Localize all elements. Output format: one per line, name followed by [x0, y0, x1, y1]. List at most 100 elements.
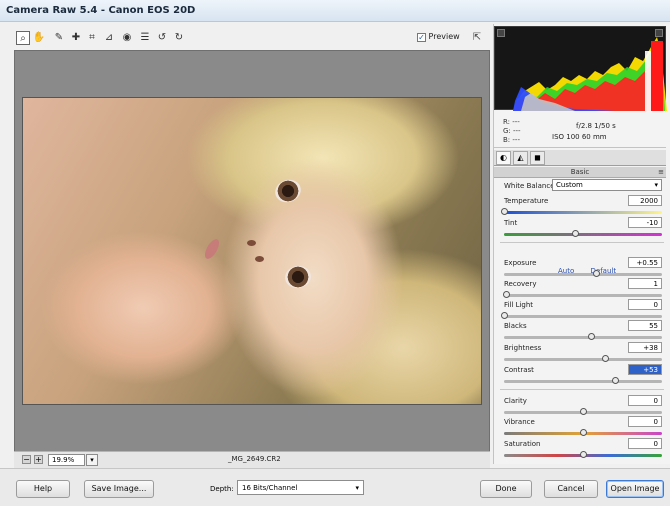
zoom-dropdown-icon[interactable]: ▾ [86, 454, 98, 466]
vibrance-label: Vibrance [504, 418, 535, 426]
chevron-down-icon: ▾ [654, 181, 658, 189]
contrast-thumb[interactable] [611, 377, 619, 384]
tab-basic[interactable]: ◐ [496, 151, 511, 165]
temperature-thumb[interactable] [501, 208, 508, 215]
depth-value: 16 Bits/Channel [242, 484, 298, 492]
preferences-icon[interactable]: ☰ [138, 31, 152, 45]
nose-shape [247, 240, 256, 246]
depth-select[interactable]: 16 Bits/Channel ▾ [237, 480, 364, 495]
exposure-thumb[interactable] [592, 270, 600, 277]
saturation-value[interactable]: 0 [628, 438, 662, 449]
exposure-value[interactable]: +0.55 [628, 257, 662, 268]
contrast-track[interactable] [504, 380, 662, 383]
panel-header: Basic ≡ [494, 167, 666, 178]
fill-light-track[interactable] [504, 315, 662, 318]
exposure-label: Exposure [504, 259, 537, 267]
fill-light-label: Fill Light [504, 301, 534, 309]
crop-tool-icon[interactable]: ⌗ [85, 31, 99, 45]
exposure-slider[interactable]: Exposure +0.55 [504, 257, 664, 279]
straighten-tool-icon[interactable]: ⊿ [102, 31, 116, 45]
exif-info: f/2.8 1/50 s ISO 100 60 mm [552, 121, 616, 143]
zoom-in-button[interactable]: + [34, 455, 43, 464]
exposure-track[interactable] [504, 273, 662, 276]
temperature-value[interactable]: 2000 [628, 195, 662, 206]
shadow-clipping-icon[interactable] [497, 29, 505, 37]
toolbar: ⌕ ✋ ✎ ✚ ⌗ ⊿ ◉ ☰ ↺ ↻ ✓ Preview ⇱ [14, 30, 490, 48]
blacks-thumb[interactable] [587, 333, 595, 340]
white-balance-value: Custom [556, 181, 583, 189]
panel-menu-icon[interactable]: ≡ [658, 167, 664, 177]
brightness-slider[interactable]: Brightness +38 [504, 342, 664, 364]
tint-label: Tint [504, 219, 518, 227]
zoom-tool-icon[interactable]: ⌕ [16, 31, 30, 45]
blacks-slider[interactable]: Blacks 55 [504, 320, 664, 342]
temperature-label: Temperature [504, 197, 549, 205]
brightness-value[interactable]: +38 [628, 342, 662, 353]
panel-title: Basic [570, 168, 590, 176]
vibrance-thumb[interactable] [580, 429, 587, 436]
fill-light-value[interactable]: 0 [628, 299, 662, 310]
fullscreen-icon[interactable]: ⇱ [468, 30, 486, 46]
recovery-thumb[interactable] [502, 291, 510, 298]
brightness-track[interactable] [504, 358, 662, 361]
zoom-level-field[interactable]: 19.9% [48, 454, 85, 466]
file-name: _MG_2649.CR2 [228, 455, 281, 463]
tab-detail[interactable]: ◼ [530, 151, 545, 165]
depth-label: Depth: [210, 485, 234, 493]
preview-image [22, 97, 482, 405]
fill-light-slider[interactable]: Fill Light 0 [501, 299, 664, 321]
temperature-slider[interactable]: Temperature 2000 [501, 195, 664, 217]
saturation-slider[interactable]: Saturation 0 [504, 438, 664, 460]
save-image-button[interactable]: Save Image... [84, 480, 154, 498]
iso-focal: ISO 100 60 mm [552, 133, 607, 141]
blacks-value[interactable]: 55 [628, 320, 662, 331]
rgb-readout: R: --- G: --- B: --- f/2.8 1/50 s ISO 10… [494, 112, 666, 148]
open-image-button[interactable]: Open Image [606, 480, 664, 498]
highlight-clipping-icon[interactable] [655, 29, 663, 37]
checkbox-icon[interactable]: ✓ [417, 33, 426, 42]
help-button[interactable]: Help [16, 480, 70, 498]
rotate-right-icon[interactable]: ↻ [172, 31, 186, 45]
vibrance-value[interactable]: 0 [628, 416, 662, 427]
done-button[interactable]: Done [480, 480, 532, 498]
tint-track[interactable] [504, 233, 662, 236]
divider [500, 389, 664, 390]
white-balance-tool-icon[interactable]: ✎ [52, 31, 66, 45]
right-panel: R: --- G: --- B: --- f/2.8 1/50 s ISO 10… [493, 24, 670, 464]
hand-tool-icon[interactable]: ✋ [32, 31, 46, 45]
preview-checkbox[interactable]: ✓ Preview [417, 32, 460, 42]
recovery-track[interactable] [504, 294, 662, 297]
temperature-track[interactable] [504, 211, 662, 214]
blacks-track[interactable] [504, 336, 662, 339]
rotate-left-icon[interactable]: ↺ [155, 31, 169, 45]
tint-value[interactable]: -10 [628, 217, 662, 228]
recovery-slider[interactable]: Recovery 1 [502, 278, 664, 300]
white-balance-select[interactable]: Custom ▾ [552, 179, 662, 191]
cancel-button[interactable]: Cancel [544, 480, 598, 498]
clarity-slider[interactable]: Clarity 0 [504, 395, 664, 417]
fill-light-thumb[interactable] [501, 312, 508, 319]
vibrance-slider[interactable]: Vibrance 0 [504, 416, 664, 438]
zoom-out-button[interactable]: − [22, 455, 31, 464]
recovery-value[interactable]: 1 [628, 278, 662, 289]
saturation-thumb[interactable] [580, 451, 587, 458]
image-canvas[interactable] [14, 50, 490, 470]
contrast-label: Contrast [504, 366, 534, 374]
saturation-label: Saturation [504, 440, 541, 448]
chevron-down-icon: ▾ [355, 484, 359, 492]
contrast-slider[interactable]: Contrast +53 [504, 364, 664, 386]
clarity-thumb[interactable] [580, 408, 587, 415]
red-eye-tool-icon[interactable]: ◉ [120, 31, 134, 45]
tint-slider[interactable]: Tint -10 [504, 217, 664, 239]
clarity-value[interactable]: 0 [628, 395, 662, 406]
eye-shape [272, 176, 304, 206]
brightness-label: Brightness [504, 344, 542, 352]
preview-label: Preview [428, 32, 460, 41]
blacks-label: Blacks [504, 322, 527, 330]
contrast-value[interactable]: +53 [628, 364, 662, 375]
title-bar: Camera Raw 5.4 - Canon EOS 20D [0, 0, 670, 22]
mouth-shape [202, 236, 222, 262]
white-balance-label: White Balance: [504, 182, 557, 190]
tab-tone-curve[interactable]: ◭ [513, 151, 528, 165]
color-sampler-tool-icon[interactable]: ✚ [69, 31, 83, 45]
